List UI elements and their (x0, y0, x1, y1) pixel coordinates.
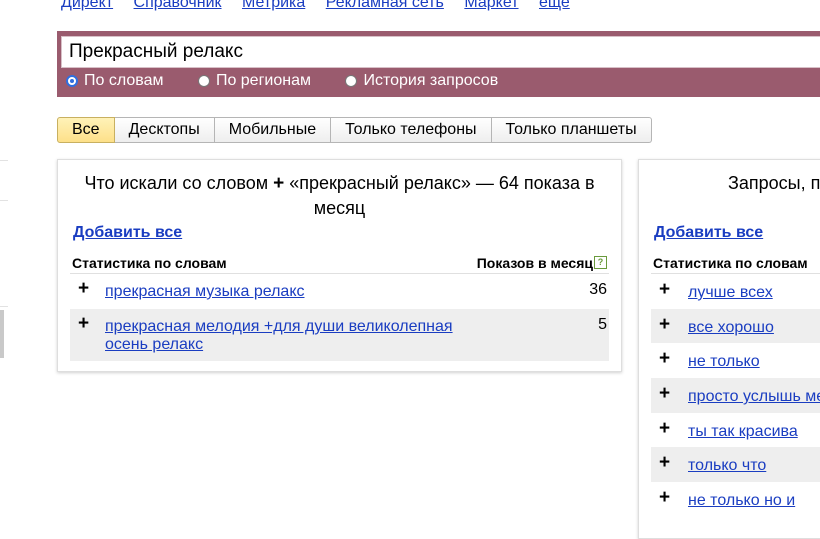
add-plus-button[interactable]: + (659, 418, 670, 440)
phrase-link[interactable]: прекрасная мелодия +для души великолепна… (105, 318, 453, 353)
col-words-header: Статистика по словам (72, 255, 227, 271)
panel-title-part1: Что искали со словом (84, 173, 269, 193)
top-nav: Директ Справочник Метрика Рекламная сеть… (61, 0, 586, 12)
radio-unchecked-icon[interactable] (197, 75, 210, 87)
tab-phones-only[interactable]: Только телефоны (331, 117, 492, 143)
table-header: Статистика по словам Показов в месяц? (70, 253, 609, 274)
edge-divider (0, 200, 8, 201)
radio-history[interactable]: История запросов (345, 72, 498, 90)
radio-unchecked-icon[interactable] (345, 75, 358, 87)
add-all-link[interactable]: Добавить все (654, 224, 763, 242)
words-table: + прекрасная музыка релакс 36 + прекрасн… (70, 274, 609, 361)
table-header: Статистика по словам (651, 253, 820, 274)
shows-count: 5 (598, 316, 607, 333)
tab-mobile[interactable]: Мобильные (214, 117, 332, 143)
phrase-link[interactable]: прекрасная музыка релакс (105, 283, 305, 300)
edge-divider (0, 306, 8, 307)
col-shows-label: Показов в месяц (476, 255, 593, 271)
table-row: + не только (651, 343, 820, 378)
tab-desktops[interactable]: Десктопы (114, 117, 215, 143)
related-table: + лучше всех + все хорошо + не только + … (651, 274, 820, 517)
phrase-cell: прекрасная музыка релакс (70, 274, 609, 301)
add-plus-button[interactable]: + (659, 348, 670, 370)
table-row: + все хорошо (651, 308, 820, 344)
scrollbar-thumb[interactable] (0, 310, 4, 358)
help-icon[interactable]: ? (594, 256, 607, 269)
plus-icon: + (273, 173, 285, 194)
radio-by-regions[interactable]: По регионам (197, 72, 311, 90)
radio-history-label: История запросов (363, 72, 499, 89)
add-plus-button[interactable]: + (659, 452, 670, 474)
panel-title: Что искали со словом + «прекрасный релак… (58, 171, 621, 220)
nav-reference-link[interactable]: Справочник (134, 0, 222, 11)
phrase-link[interactable]: не только (688, 353, 760, 371)
table-row: + прекрасная мелодия +для души великолеп… (70, 309, 609, 361)
nav-direct-link[interactable]: Директ (61, 0, 113, 11)
edge-divider (0, 160, 8, 161)
phrase-link[interactable]: не только но и (688, 492, 795, 510)
radio-by-words[interactable]: По словам (66, 72, 163, 90)
search-mode-radios: По словам По регионам История запросов (66, 72, 528, 92)
add-plus-button[interactable]: + (659, 487, 670, 509)
panel-title-part2: «прекрасный релакс» — 64 показа в месяц (289, 173, 595, 218)
nav-ad-network-link[interactable]: Рекламная сеть (326, 0, 444, 11)
radio-by-regions-label: По регионам (215, 72, 311, 89)
table-row: + просто услышь ме (651, 378, 820, 413)
shows-count: 36 (589, 281, 607, 298)
radio-checked-icon[interactable] (66, 75, 78, 87)
phrase-cell: прекрасная мелодия +для души великолепна… (70, 309, 609, 354)
tab-all[interactable]: Все (57, 117, 115, 143)
add-plus-button[interactable]: + (659, 314, 670, 336)
table-row: + не только но и (651, 482, 820, 517)
nav-more-link[interactable]: еще (539, 0, 570, 11)
add-plus-button[interactable]: + (78, 314, 89, 333)
panel-title: Запросы, п (728, 173, 820, 193)
phrase-link[interactable]: все хорошо (688, 319, 774, 337)
device-tabs: Все Десктопы Мобильные Только телефоны Т… (57, 117, 652, 143)
search-input[interactable]: Прекрасный релакс (61, 36, 820, 68)
phrase-link[interactable]: только что (688, 457, 766, 475)
words-stats-panel: Что искали со словом + «прекрасный релак… (57, 159, 622, 372)
nav-market-link[interactable]: Маркет (464, 0, 518, 11)
add-plus-button[interactable]: + (659, 383, 670, 405)
tab-tablets-only[interactable]: Только планшеты (491, 117, 652, 143)
radio-by-words-label: По словам (84, 72, 164, 89)
phrase-link[interactable]: просто услышь ме (688, 388, 820, 406)
table-row: + лучше всех (651, 274, 820, 309)
phrase-link[interactable]: лучше всех (688, 284, 773, 302)
nav-metrika-link[interactable]: Метрика (242, 0, 305, 11)
phrase-link[interactable]: ты так красива (688, 423, 798, 441)
add-plus-button[interactable]: + (659, 279, 670, 301)
table-row: + только что (651, 447, 820, 483)
table-row: + ты так красива (651, 413, 820, 448)
table-row: + прекрасная музыка релакс 36 (70, 274, 609, 309)
related-queries-panel: Запросы, п Добавить все Статистика по сл… (638, 159, 820, 539)
col-words-header: Статистика по словам (653, 255, 808, 271)
col-shows-header: Показов в месяц? (477, 255, 607, 271)
add-all-link[interactable]: Добавить все (73, 224, 182, 242)
add-plus-button[interactable]: + (78, 279, 89, 298)
